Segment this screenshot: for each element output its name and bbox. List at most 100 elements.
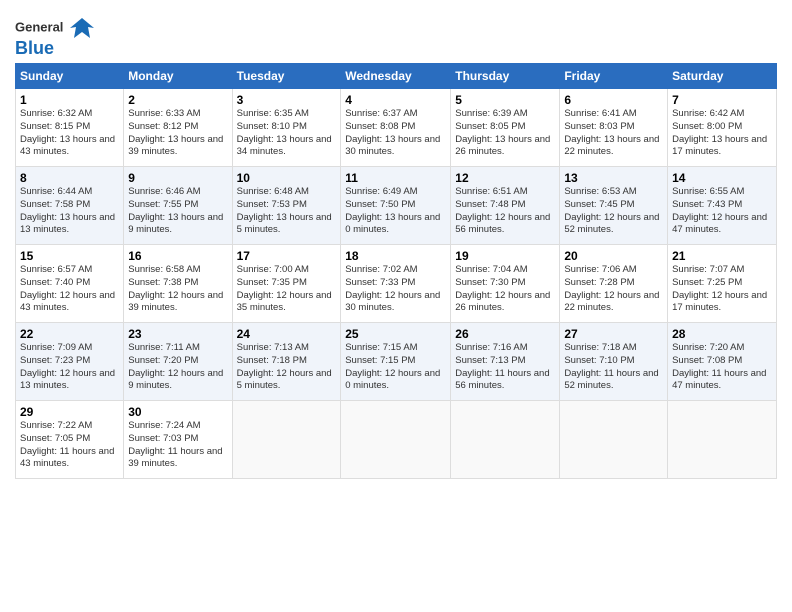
day-info: Sunrise: 6:58 AM Sunset: 7:38 PM Dayligh… [128,264,227,315]
day-info: Sunrise: 6:51 AM Sunset: 7:48 PM Dayligh… [455,186,555,237]
day-number: 14 [672,171,772,185]
day-number: 18 [345,249,446,263]
calendar-cell: 23 Sunrise: 7:11 AM Sunset: 7:20 PM Dayl… [124,323,232,401]
calendar-cell [451,401,560,479]
calendar-table: SundayMondayTuesdayWednesdayThursdayFrid… [15,63,777,479]
calendar-cell: 12 Sunrise: 6:51 AM Sunset: 7:48 PM Dayl… [451,167,560,245]
day-number: 13 [564,171,663,185]
logo-general: General [15,19,63,34]
calendar-header-row: SundayMondayTuesdayWednesdayThursdayFrid… [16,64,777,89]
day-number: 21 [672,249,772,263]
day-number: 25 [345,327,446,341]
calendar-cell [668,401,777,479]
calendar-cell: 7 Sunrise: 6:42 AM Sunset: 8:00 PM Dayli… [668,89,777,167]
calendar-cell: 5 Sunrise: 6:39 AM Sunset: 8:05 PM Dayli… [451,89,560,167]
calendar-cell [341,401,451,479]
day-number: 7 [672,93,772,107]
calendar-week-5: 29 Sunrise: 7:22 AM Sunset: 7:05 PM Dayl… [16,401,777,479]
day-info: Sunrise: 7:02 AM Sunset: 7:33 PM Dayligh… [345,264,446,315]
calendar-cell: 1 Sunrise: 6:32 AM Sunset: 8:15 PM Dayli… [16,89,124,167]
calendar-header-thursday: Thursday [451,64,560,89]
calendar-week-4: 22 Sunrise: 7:09 AM Sunset: 7:23 PM Dayl… [16,323,777,401]
day-info: Sunrise: 6:49 AM Sunset: 7:50 PM Dayligh… [345,186,446,237]
calendar-cell: 29 Sunrise: 7:22 AM Sunset: 7:05 PM Dayl… [16,401,124,479]
day-info: Sunrise: 7:04 AM Sunset: 7:30 PM Dayligh… [455,264,555,315]
day-number: 23 [128,327,227,341]
day-number: 30 [128,405,227,419]
calendar-cell: 16 Sunrise: 6:58 AM Sunset: 7:38 PM Dayl… [124,245,232,323]
logo-bird-icon [68,14,96,42]
day-number: 19 [455,249,555,263]
day-info: Sunrise: 7:13 AM Sunset: 7:18 PM Dayligh… [237,342,337,393]
calendar-cell: 11 Sunrise: 6:49 AM Sunset: 7:50 PM Dayl… [341,167,451,245]
day-number: 16 [128,249,227,263]
day-info: Sunrise: 6:57 AM Sunset: 7:40 PM Dayligh… [20,264,119,315]
day-info: Sunrise: 6:46 AM Sunset: 7:55 PM Dayligh… [128,186,227,237]
calendar-cell: 21 Sunrise: 7:07 AM Sunset: 7:25 PM Dayl… [668,245,777,323]
day-number: 1 [20,93,119,107]
calendar-cell: 20 Sunrise: 7:06 AM Sunset: 7:28 PM Dayl… [560,245,668,323]
calendar-header-monday: Monday [124,64,232,89]
day-info: Sunrise: 7:06 AM Sunset: 7:28 PM Dayligh… [564,264,663,315]
day-info: Sunrise: 6:39 AM Sunset: 8:05 PM Dayligh… [455,108,555,159]
day-number: 6 [564,93,663,107]
day-info: Sunrise: 6:42 AM Sunset: 8:00 PM Dayligh… [672,108,772,159]
calendar-cell: 14 Sunrise: 6:55 AM Sunset: 7:43 PM Dayl… [668,167,777,245]
header-row: General Blue [15,10,777,59]
day-number: 20 [564,249,663,263]
calendar-cell: 3 Sunrise: 6:35 AM Sunset: 8:10 PM Dayli… [232,89,341,167]
day-info: Sunrise: 6:35 AM Sunset: 8:10 PM Dayligh… [237,108,337,159]
calendar-cell [232,401,341,479]
day-info: Sunrise: 7:11 AM Sunset: 7:20 PM Dayligh… [128,342,227,393]
calendar-cell: 30 Sunrise: 7:24 AM Sunset: 7:03 PM Dayl… [124,401,232,479]
day-info: Sunrise: 7:16 AM Sunset: 7:13 PM Dayligh… [455,342,555,393]
day-number: 3 [237,93,337,107]
day-info: Sunrise: 7:24 AM Sunset: 7:03 PM Dayligh… [128,420,227,471]
day-info: Sunrise: 7:07 AM Sunset: 7:25 PM Dayligh… [672,264,772,315]
day-number: 27 [564,327,663,341]
day-number: 24 [237,327,337,341]
calendar-cell: 26 Sunrise: 7:16 AM Sunset: 7:13 PM Dayl… [451,323,560,401]
day-info: Sunrise: 7:00 AM Sunset: 7:35 PM Dayligh… [237,264,337,315]
calendar-cell [560,401,668,479]
day-info: Sunrise: 6:32 AM Sunset: 8:15 PM Dayligh… [20,108,119,159]
day-info: Sunrise: 7:22 AM Sunset: 7:05 PM Dayligh… [20,420,119,471]
day-number: 17 [237,249,337,263]
calendar-cell: 27 Sunrise: 7:18 AM Sunset: 7:10 PM Dayl… [560,323,668,401]
day-info: Sunrise: 7:09 AM Sunset: 7:23 PM Dayligh… [20,342,119,393]
calendar-cell: 8 Sunrise: 6:44 AM Sunset: 7:58 PM Dayli… [16,167,124,245]
calendar-cell: 10 Sunrise: 6:48 AM Sunset: 7:53 PM Dayl… [232,167,341,245]
calendar-cell: 28 Sunrise: 7:20 AM Sunset: 7:08 PM Dayl… [668,323,777,401]
day-info: Sunrise: 6:53 AM Sunset: 7:45 PM Dayligh… [564,186,663,237]
day-number: 26 [455,327,555,341]
calendar-week-2: 8 Sunrise: 6:44 AM Sunset: 7:58 PM Dayli… [16,167,777,245]
calendar-week-3: 15 Sunrise: 6:57 AM Sunset: 7:40 PM Dayl… [16,245,777,323]
calendar-cell: 25 Sunrise: 7:15 AM Sunset: 7:15 PM Dayl… [341,323,451,401]
day-number: 5 [455,93,555,107]
day-number: 4 [345,93,446,107]
calendar-cell: 2 Sunrise: 6:33 AM Sunset: 8:12 PM Dayli… [124,89,232,167]
day-number: 28 [672,327,772,341]
calendar-header-friday: Friday [560,64,668,89]
calendar-cell: 18 Sunrise: 7:02 AM Sunset: 7:33 PM Dayl… [341,245,451,323]
calendar-header-wednesday: Wednesday [341,64,451,89]
day-info: Sunrise: 6:41 AM Sunset: 8:03 PM Dayligh… [564,108,663,159]
calendar-cell: 22 Sunrise: 7:09 AM Sunset: 7:23 PM Dayl… [16,323,124,401]
day-number: 12 [455,171,555,185]
calendar-week-1: 1 Sunrise: 6:32 AM Sunset: 8:15 PM Dayli… [16,89,777,167]
day-info: Sunrise: 7:20 AM Sunset: 7:08 PM Dayligh… [672,342,772,393]
day-number: 2 [128,93,227,107]
calendar-header-saturday: Saturday [668,64,777,89]
day-info: Sunrise: 7:18 AM Sunset: 7:10 PM Dayligh… [564,342,663,393]
day-info: Sunrise: 6:37 AM Sunset: 8:08 PM Dayligh… [345,108,446,159]
calendar-cell: 9 Sunrise: 6:46 AM Sunset: 7:55 PM Dayli… [124,167,232,245]
day-number: 9 [128,171,227,185]
calendar-cell: 17 Sunrise: 7:00 AM Sunset: 7:35 PM Dayl… [232,245,341,323]
day-info: Sunrise: 7:15 AM Sunset: 7:15 PM Dayligh… [345,342,446,393]
day-number: 15 [20,249,119,263]
calendar-cell: 24 Sunrise: 7:13 AM Sunset: 7:18 PM Dayl… [232,323,341,401]
calendar-cell: 6 Sunrise: 6:41 AM Sunset: 8:03 PM Dayli… [560,89,668,167]
calendar-cell: 13 Sunrise: 6:53 AM Sunset: 7:45 PM Dayl… [560,167,668,245]
calendar-cell: 4 Sunrise: 6:37 AM Sunset: 8:08 PM Dayli… [341,89,451,167]
day-number: 8 [20,171,119,185]
